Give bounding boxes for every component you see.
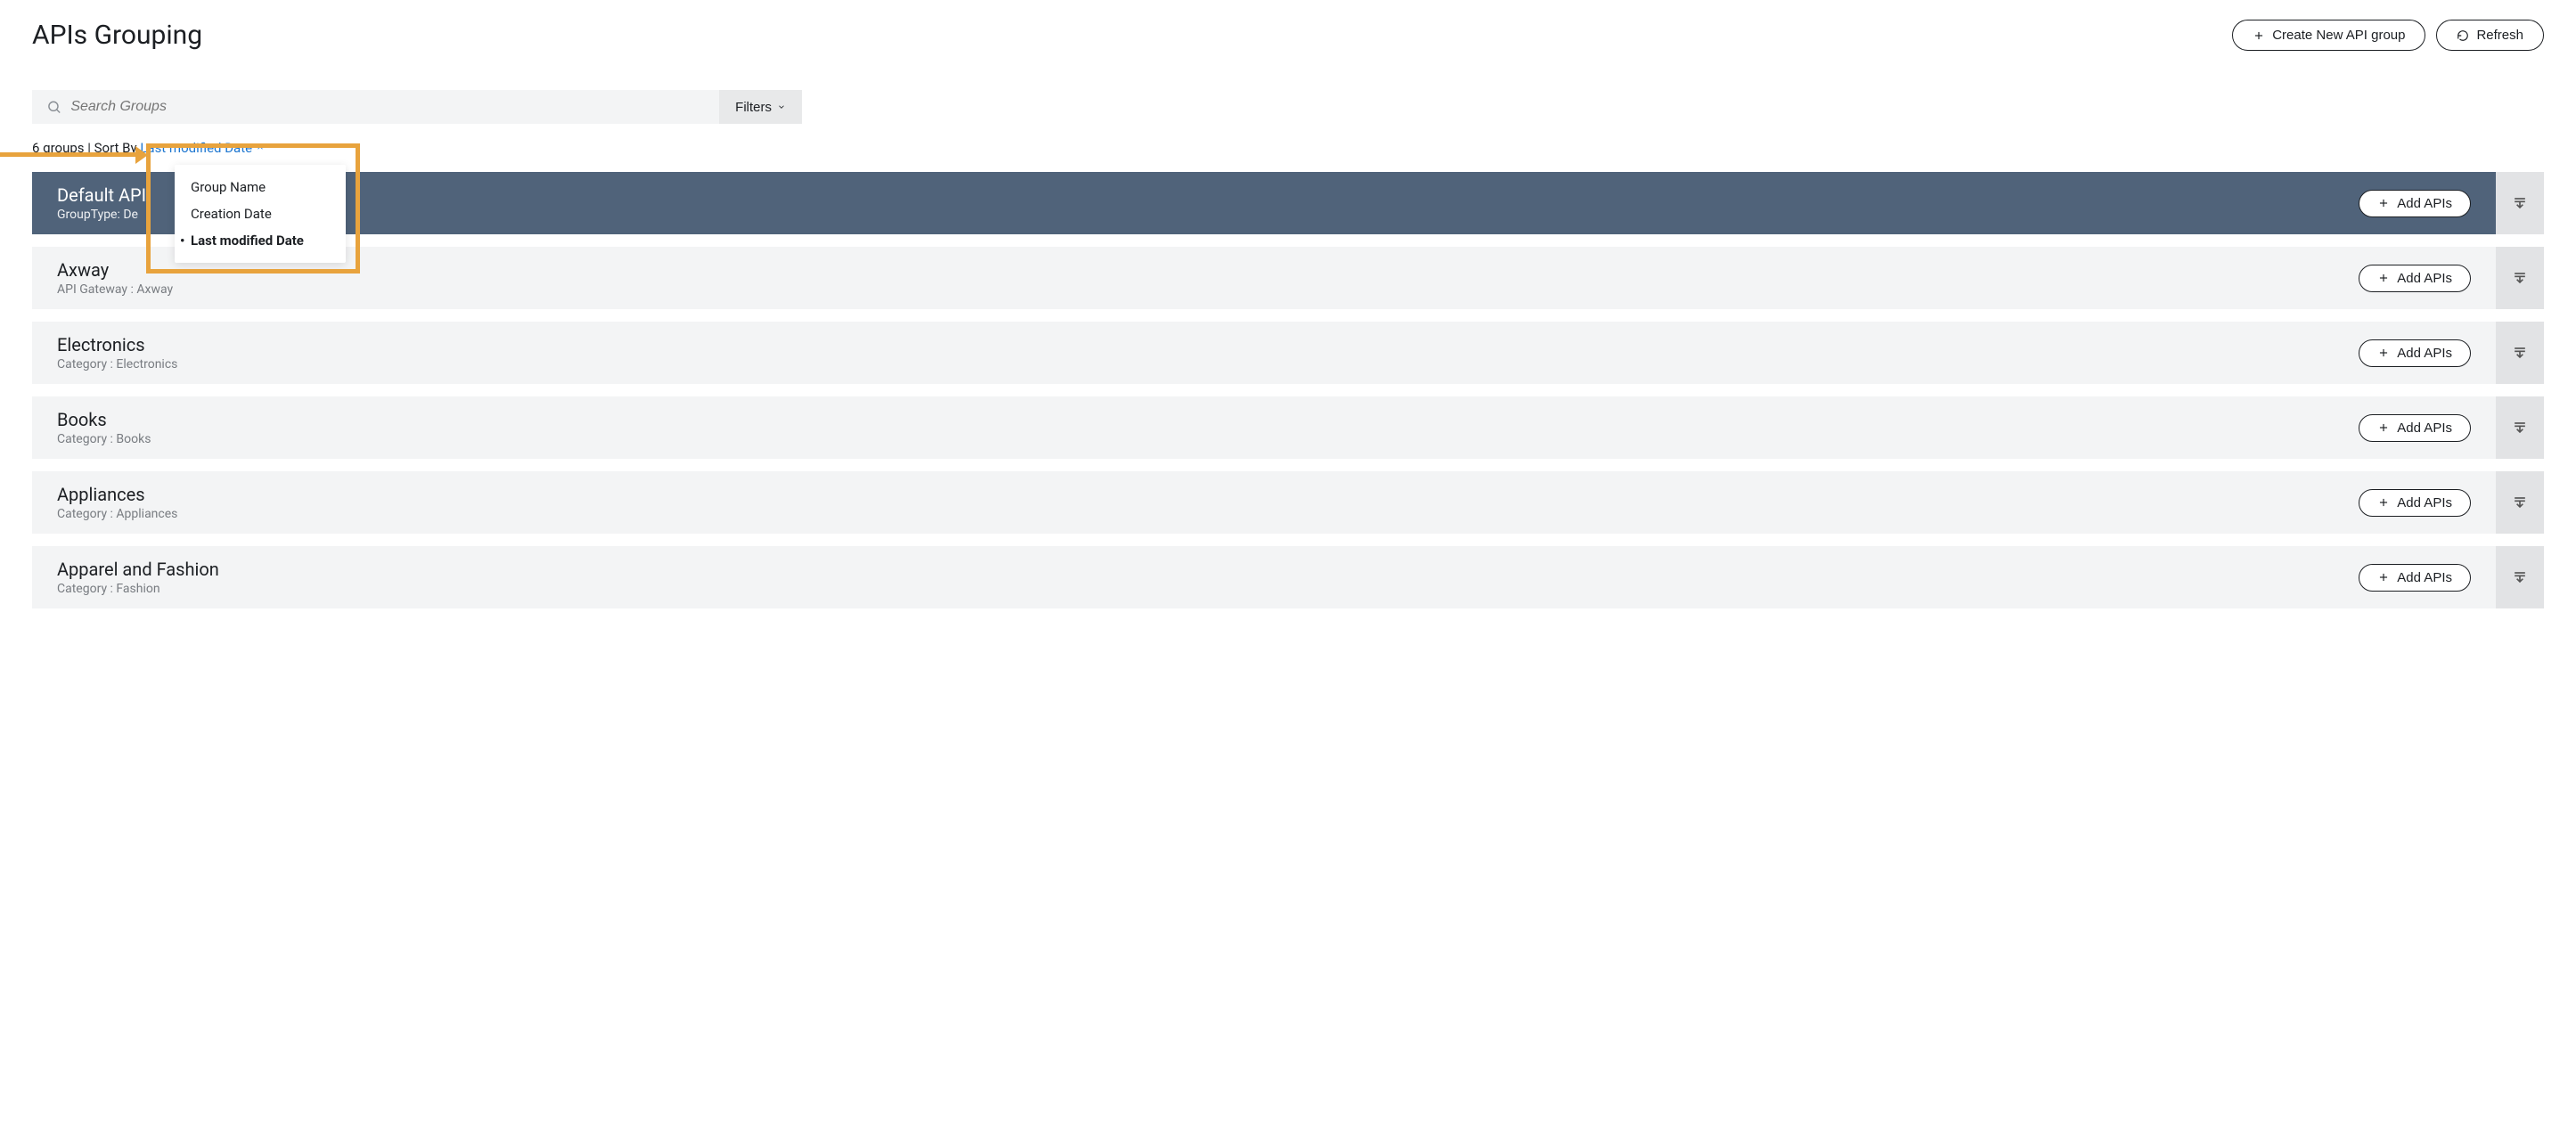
- add-apis-button[interactable]: Add APIs: [2359, 190, 2471, 217]
- add-apis-label: Add APIs: [2397, 495, 2452, 510]
- filters-button[interactable]: Filters: [719, 90, 802, 124]
- group-title: Apparel and Fashion: [57, 559, 219, 580]
- group-main: Apparel and Fashion Category : Fashion Add…: [32, 546, 2496, 608]
- expand-down-icon: [2511, 494, 2529, 511]
- group-text: AxwayAPI Gateway : Axway: [57, 259, 173, 297]
- group-subtitle: API Gateway : Axway: [57, 282, 173, 297]
- group-subtitle: Category : Appliances: [57, 507, 177, 521]
- add-apis-label: Add APIs: [2397, 570, 2452, 585]
- create-group-label: Create New API group: [2272, 28, 2405, 43]
- group-main: AxwayAPI Gateway : Axway Add APIs: [32, 247, 2496, 309]
- plus-icon: [2377, 347, 2390, 359]
- search-box[interactable]: [32, 90, 719, 124]
- expand-down-icon: [2511, 568, 2529, 586]
- plus-icon: [2377, 272, 2390, 284]
- plus-icon: [2377, 571, 2390, 584]
- row-action-button[interactable]: [2496, 172, 2544, 234]
- group-text: Apparel and Fashion Category : Fashion: [57, 559, 219, 596]
- group-text: Books Category : Books: [57, 409, 151, 446]
- create-group-button[interactable]: Create New API group: [2232, 20, 2425, 51]
- refresh-icon: [2457, 29, 2469, 42]
- row-action-button[interactable]: [2496, 396, 2544, 459]
- group-subtitle: Category : Fashion: [57, 582, 219, 596]
- group-subtitle: Category : Electronics: [57, 357, 177, 371]
- add-apis-button[interactable]: Add APIs: [2359, 339, 2471, 367]
- expand-down-icon: [2511, 194, 2529, 212]
- refresh-button[interactable]: Refresh: [2436, 20, 2544, 51]
- search-icon: [46, 99, 61, 115]
- row-action-button[interactable]: [2496, 322, 2544, 384]
- add-apis-button[interactable]: Add APIs: [2359, 564, 2471, 592]
- group-subtitle: GroupType: De: [57, 208, 146, 222]
- expand-down-icon: [2511, 419, 2529, 437]
- group-main: Electronics Category : Electronics Add API…: [32, 322, 2496, 384]
- row-action-button[interactable]: [2496, 471, 2544, 534]
- expand-down-icon: [2511, 344, 2529, 362]
- group-row[interactable]: AxwayAPI Gateway : Axway Add APIs: [32, 247, 2544, 309]
- sort-option[interactable]: Group Name: [175, 174, 346, 200]
- add-apis-label: Add APIs: [2397, 271, 2452, 286]
- filters-label: Filters: [735, 100, 772, 115]
- group-main: Default API GroupType: De Add APIs: [32, 172, 2496, 234]
- plus-icon: [2377, 496, 2390, 509]
- sort-dropdown: Group NameCreation DateLast modified Dat…: [175, 165, 346, 263]
- plus-icon: [2377, 197, 2390, 209]
- group-title: Default API: [57, 184, 146, 206]
- group-text: Default API GroupType: De: [57, 184, 146, 222]
- group-title: Axway: [57, 259, 173, 281]
- search-input[interactable]: [70, 99, 705, 115]
- add-apis-button[interactable]: Add APIs: [2359, 489, 2471, 517]
- refresh-label: Refresh: [2476, 28, 2523, 43]
- header-actions: Create New API group Refresh: [2232, 20, 2544, 51]
- group-text: Electronics Category : Electronics: [57, 334, 177, 371]
- add-apis-label: Add APIs: [2397, 346, 2452, 361]
- group-title: Electronics: [57, 334, 177, 355]
- group-main: Appliances Category : Appliances Add APIs: [32, 471, 2496, 534]
- group-main: Books Category : Books Add APIs: [32, 396, 2496, 459]
- add-apis-label: Add APIs: [2397, 196, 2452, 211]
- groups-list: Default APIGroupType: DeAdd APIsAxwayAPI…: [32, 172, 2544, 608]
- search-row: Filters: [32, 90, 802, 124]
- row-action-button[interactable]: [2496, 247, 2544, 309]
- group-subtitle: Category : Books: [57, 432, 151, 446]
- sort-by-link[interactable]: Last modified Date: [140, 140, 265, 156]
- page-title: APIs Grouping: [32, 20, 202, 51]
- plus-icon: [2253, 29, 2265, 42]
- group-title: Books: [57, 409, 151, 430]
- group-row[interactable]: Appliances Category : Appliances Add APIs: [32, 471, 2544, 534]
- plus-icon: [2377, 421, 2390, 434]
- add-apis-label: Add APIs: [2397, 420, 2452, 436]
- add-apis-button[interactable]: Add APIs: [2359, 265, 2471, 292]
- sort-option[interactable]: Creation Date: [175, 200, 346, 227]
- sort-current: Last modified Date: [140, 140, 252, 156]
- sort-option[interactable]: Last modified Date: [175, 227, 346, 254]
- group-row[interactable]: Electronics Category : Electronics Add API…: [32, 322, 2544, 384]
- expand-down-icon: [2511, 269, 2529, 287]
- group-row[interactable]: Default API GroupType: De Add APIs: [32, 172, 2544, 234]
- sort-row: 6 groups | Sort By Last modified Date Gr…: [32, 140, 2544, 156]
- page-header: APIs Grouping Create New API group Refre…: [32, 20, 2544, 51]
- group-text: Appliances Category : Appliances: [57, 484, 177, 521]
- add-apis-button[interactable]: Add APIs: [2359, 414, 2471, 442]
- group-row[interactable]: Books Category : Books Add APIs: [32, 396, 2544, 459]
- group-title: Appliances: [57, 484, 177, 505]
- chevron-down-icon: [777, 102, 786, 111]
- group-count-text: 6 groups | Sort By: [32, 140, 137, 156]
- group-row[interactable]: Apparel and Fashion Category : Fashion Add…: [32, 546, 2544, 608]
- chevron-up-icon: [256, 143, 265, 152]
- row-action-button[interactable]: [2496, 546, 2544, 608]
